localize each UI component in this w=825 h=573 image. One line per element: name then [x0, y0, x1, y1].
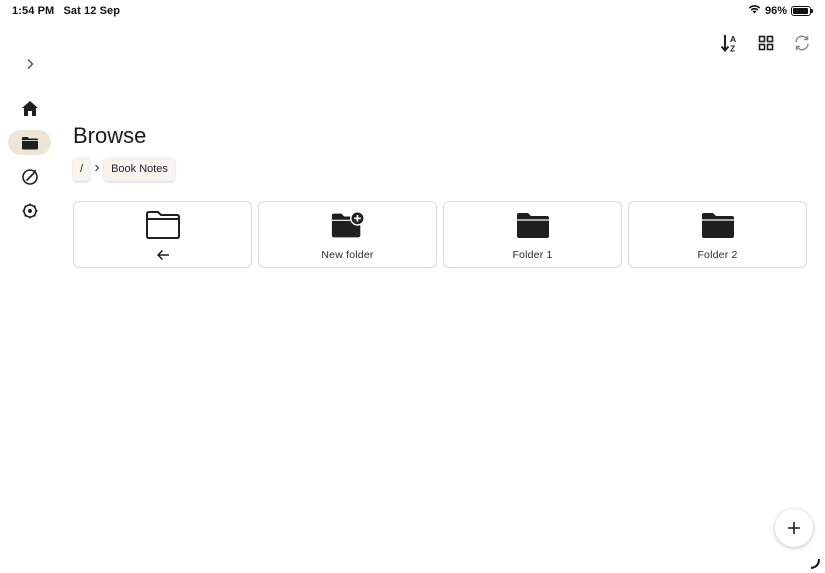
- folder-grid: New folder Folder 1 Folder 2: [73, 201, 807, 268]
- home-icon: [21, 101, 38, 116]
- breadcrumb-root[interactable]: /: [73, 157, 91, 181]
- grid-view-button[interactable]: [751, 30, 781, 56]
- status-right: 96%: [748, 4, 813, 17]
- status-time: 1:54 PM: [12, 5, 55, 17]
- sort-az-icon: A Z: [720, 34, 736, 54]
- folder-card-2[interactable]: Folder 2: [628, 201, 807, 268]
- battery-tip: [811, 8, 813, 13]
- card-label-folder-2: Folder 2: [697, 249, 738, 261]
- svg-text:A: A: [730, 34, 736, 44]
- battery-body: [791, 5, 811, 16]
- parent-folder-card[interactable]: [73, 201, 252, 268]
- card-label-new-folder: New folder: [321, 249, 374, 261]
- page-title: Browse: [73, 123, 147, 148]
- folder-plus-icon: [330, 210, 366, 240]
- status-left: 1:54 PM Sat 12 Sep: [12, 5, 126, 17]
- svg-text:Z: Z: [730, 44, 735, 54]
- sync-button[interactable]: [787, 30, 817, 56]
- sidebar-item-browse[interactable]: [8, 130, 51, 155]
- arrow-left-icon: [155, 248, 171, 262]
- battery-icon: [791, 5, 813, 16]
- toolbar: A Z: [715, 30, 817, 56]
- wifi-icon: [748, 4, 761, 17]
- add-button[interactable]: [775, 509, 813, 547]
- breadcrumb-current[interactable]: Book Notes: [104, 157, 175, 181]
- sync-icon: [795, 35, 809, 51]
- sort-button[interactable]: A Z: [715, 30, 745, 56]
- folder-card-1[interactable]: Folder 1: [443, 201, 622, 268]
- sidebar-item-home[interactable]: [8, 96, 51, 121]
- plus-icon: [788, 522, 800, 534]
- sidebar-item-settings[interactable]: [8, 198, 51, 223]
- status-bar: 1:54 PM Sat 12 Sep 96%: [0, 0, 825, 24]
- new-folder-card[interactable]: New folder: [258, 201, 437, 268]
- app-screen: 1:54 PM Sat 12 Sep 96% A Z Browse / Book…: [0, 0, 825, 573]
- battery-fill: [793, 7, 809, 14]
- folder-icon: [21, 136, 38, 149]
- battery-percent: 96%: [764, 4, 787, 17]
- folder-icon: [515, 210, 551, 240]
- status-date: Sat 12 Sep: [63, 5, 121, 17]
- gear-icon: [22, 203, 37, 218]
- breadcrumb-separator-icon: [94, 164, 100, 175]
- chevron-right-icon: [27, 58, 33, 69]
- compass-icon: [21, 168, 38, 185]
- grid-view-icon: [758, 35, 774, 51]
- sidebar-expand-button[interactable]: [8, 51, 51, 76]
- breadcrumb: / Book Notes: [73, 157, 175, 181]
- sidebar-item-explore[interactable]: [8, 164, 51, 189]
- folder-outline-icon: [145, 210, 181, 240]
- folder-icon: [700, 210, 736, 240]
- card-label-folder-1: Folder 1: [512, 249, 553, 261]
- resize-corner-icon: [808, 556, 820, 569]
